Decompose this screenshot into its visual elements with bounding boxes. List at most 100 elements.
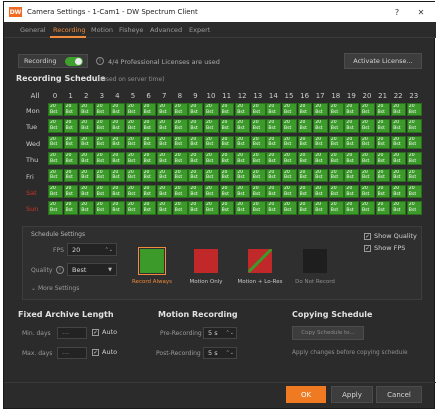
schedule-cell[interactable]: 20 Bst bbox=[328, 119, 344, 133]
schedule-cell[interactable]: 20 Bst bbox=[48, 168, 63, 182]
hour-header-14[interactable]: 14 bbox=[266, 92, 280, 100]
hour-header-2[interactable]: 2 bbox=[79, 92, 93, 100]
schedule-cell[interactable]: 20 Bst bbox=[110, 135, 126, 149]
schedule-cell[interactable]: 20 Bst bbox=[406, 152, 422, 166]
schedule-cell[interactable]: 20 Bst bbox=[204, 103, 219, 117]
schedule-cell[interactable]: 20 Bst bbox=[282, 168, 297, 182]
hour-header-8[interactable]: 8 bbox=[173, 92, 187, 100]
schedule-cell[interactable]: 20 Bst bbox=[172, 152, 188, 166]
schedule-cell[interactable]: 20 Bst bbox=[172, 119, 188, 133]
schedule-cell[interactable]: 20 Bst bbox=[63, 152, 79, 166]
schedule-cell[interactable]: 20 Bst bbox=[157, 152, 172, 166]
quality-select[interactable]: Best ▼ bbox=[67, 263, 117, 276]
schedule-cell[interactable]: 20 Bst bbox=[328, 152, 344, 166]
tab-general[interactable]: General bbox=[20, 26, 46, 34]
schedule-cell[interactable]: 20 Bst bbox=[110, 168, 126, 182]
schedule-cell[interactable]: 20 Bst bbox=[282, 135, 297, 149]
schedule-cell[interactable]: 20 Bst bbox=[204, 185, 219, 199]
day-header-thu[interactable]: Thu bbox=[26, 156, 38, 164]
schedule-cell[interactable]: 20 Bst bbox=[235, 168, 250, 182]
hour-header-23[interactable]: 23 bbox=[407, 92, 421, 100]
schedule-cell[interactable]: 20 Bst bbox=[235, 119, 250, 133]
schedule-cell[interactable]: 20 Bst bbox=[297, 119, 313, 133]
schedule-cell[interactable]: 20 Bst bbox=[297, 201, 313, 215]
close-button[interactable]: ✕ bbox=[414, 5, 428, 19]
schedule-cell[interactable]: 20 Bst bbox=[110, 201, 126, 215]
schedule-cell[interactable]: 20 Bst bbox=[297, 168, 313, 182]
hour-header-13[interactable]: 13 bbox=[251, 92, 265, 100]
schedule-cell[interactable]: 20 Bst bbox=[282, 185, 297, 199]
schedule-cell[interactable]: 20 Bst bbox=[328, 168, 344, 182]
schedule-cell[interactable]: 20 Bst bbox=[328, 103, 344, 117]
schedule-cell[interactable]: 20 Bst bbox=[172, 168, 188, 182]
schedule-cell[interactable]: 20 Bst bbox=[219, 152, 235, 166]
do-not-record-button[interactable] bbox=[303, 249, 327, 273]
schedule-cell[interactable]: 20 Bst bbox=[157, 168, 172, 182]
schedule-cell[interactable]: 20 Bst bbox=[360, 103, 375, 117]
schedule-cell[interactable]: 20 Bst bbox=[391, 152, 406, 166]
schedule-cell[interactable]: 20 Bst bbox=[63, 185, 79, 199]
schedule-cell[interactable]: 20 Bst bbox=[235, 152, 250, 166]
schedule-cell[interactable]: 20 Bst bbox=[110, 152, 126, 166]
schedule-cell[interactable]: 20 Bst bbox=[235, 103, 250, 117]
show-quality-checkbox[interactable]: ✓ bbox=[364, 233, 371, 240]
schedule-cell[interactable]: 20 Bst bbox=[375, 201, 391, 215]
hour-header-9[interactable]: 9 bbox=[188, 92, 202, 100]
schedule-cell[interactable]: 20 Bst bbox=[375, 103, 391, 117]
day-header-fri[interactable]: Fri bbox=[26, 173, 34, 181]
hour-header-0[interactable]: 0 bbox=[48, 92, 62, 100]
schedule-cell[interactable]: 20 Bst bbox=[391, 135, 406, 149]
schedule-cell[interactable]: 20 Bst bbox=[219, 168, 235, 182]
schedule-cell[interactable]: 20 Bst bbox=[63, 119, 79, 133]
schedule-cell[interactable]: 20 Bst bbox=[375, 185, 391, 199]
schedule-cell[interactable]: 20 Bst bbox=[360, 119, 375, 133]
schedule-cell[interactable]: 20 Bst bbox=[188, 135, 204, 149]
schedule-cell[interactable]: 20 Bst bbox=[157, 119, 172, 133]
schedule-cell[interactable]: 20 Bst bbox=[204, 168, 219, 182]
schedule-cell[interactable]: 20 Bst bbox=[266, 119, 282, 133]
schedule-cell[interactable]: 20 Bst bbox=[344, 201, 360, 215]
hour-header-22[interactable]: 22 bbox=[391, 92, 405, 100]
hour-header-7[interactable]: 7 bbox=[157, 92, 171, 100]
schedule-cell[interactable]: 20 Bst bbox=[63, 168, 79, 182]
schedule-cell[interactable]: 20 Bst bbox=[172, 135, 188, 149]
apply-button[interactable]: Apply bbox=[331, 386, 373, 403]
schedule-cell[interactable]: 20 Bst bbox=[375, 168, 391, 182]
min-days-field[interactable]: --- bbox=[57, 327, 87, 339]
schedule-cell[interactable]: 20 Bst bbox=[110, 119, 126, 133]
schedule-cell[interactable]: 20 Bst bbox=[328, 201, 344, 215]
help-button[interactable]: ? bbox=[390, 5, 404, 19]
schedule-cell[interactable]: 20 Bst bbox=[188, 185, 204, 199]
schedule-cell[interactable]: 20 Bst bbox=[79, 103, 94, 117]
schedule-cell[interactable]: 20 Bst bbox=[188, 119, 204, 133]
schedule-cell[interactable]: 20 Bst bbox=[188, 168, 204, 182]
max-days-field[interactable]: --- bbox=[57, 347, 87, 359]
schedule-cell[interactable]: 20 Bst bbox=[188, 152, 204, 166]
schedule-cell[interactable]: 20 Bst bbox=[126, 152, 141, 166]
day-header-tue[interactable]: Tue bbox=[26, 123, 37, 131]
tab-fisheye[interactable]: Fisheye bbox=[119, 26, 143, 34]
schedule-cell[interactable]: 20 Bst bbox=[313, 103, 328, 117]
schedule-cell[interactable]: 20 Bst bbox=[219, 103, 235, 117]
schedule-cell[interactable]: 20 Bst bbox=[219, 201, 235, 215]
schedule-cell[interactable]: 20 Bst bbox=[235, 185, 250, 199]
schedule-cell[interactable]: 20 Bst bbox=[204, 135, 219, 149]
hour-header-5[interactable]: 5 bbox=[126, 92, 140, 100]
schedule-cell[interactable]: 20 Bst bbox=[110, 103, 126, 117]
schedule-cell[interactable]: 20 Bst bbox=[204, 201, 219, 215]
schedule-cell[interactable]: 20 Bst bbox=[406, 201, 422, 215]
schedule-cell[interactable]: 20 Bst bbox=[250, 152, 266, 166]
pre-recording-spinbox[interactable]: 5 s ⌃⌄ bbox=[203, 327, 237, 339]
schedule-cell[interactable]: 20 Bst bbox=[157, 135, 172, 149]
schedule-cell[interactable]: 20 Bst bbox=[157, 185, 172, 199]
record-always-button[interactable] bbox=[140, 249, 164, 273]
hour-header-10[interactable]: 10 bbox=[204, 92, 218, 100]
schedule-cell[interactable]: 20 Bst bbox=[141, 135, 157, 149]
schedule-cell[interactable]: 20 Bst bbox=[344, 135, 360, 149]
schedule-cell[interactable]: 20 Bst bbox=[63, 103, 79, 117]
schedule-cell[interactable]: 20 Bst bbox=[375, 135, 391, 149]
schedule-cell[interactable]: 20 Bst bbox=[391, 168, 406, 182]
schedule-cell[interactable]: 20 Bst bbox=[204, 152, 219, 166]
schedule-cell[interactable]: 20 Bst bbox=[94, 103, 110, 117]
copy-schedule-button[interactable]: Copy Schedule to... bbox=[292, 326, 364, 340]
